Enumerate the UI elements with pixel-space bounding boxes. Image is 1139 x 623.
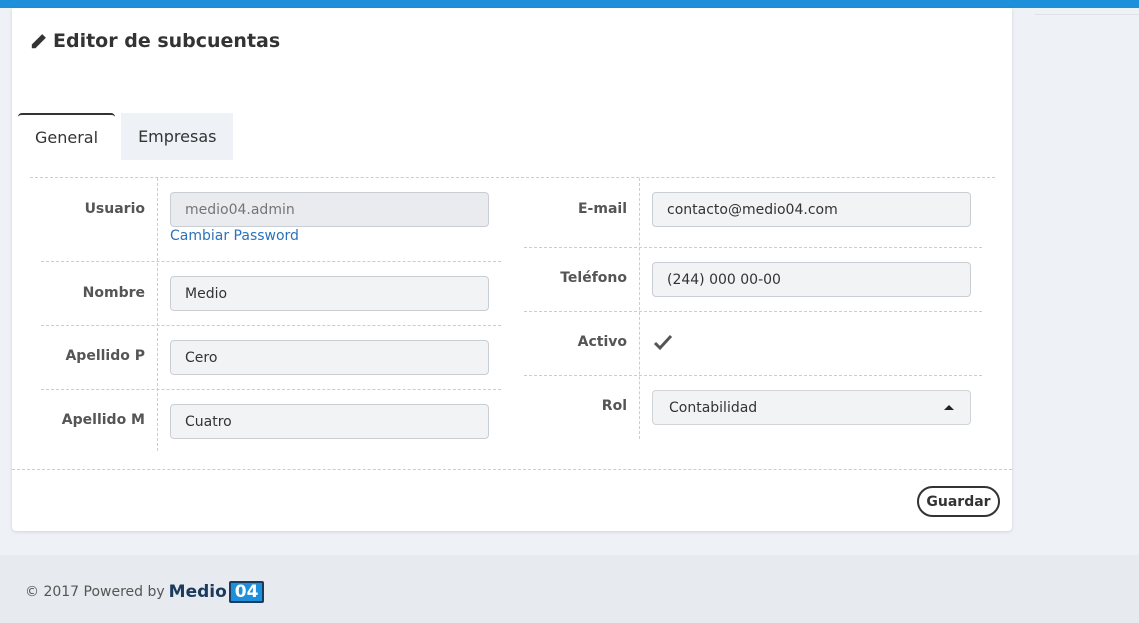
telefono-label: Teléfono (560, 270, 627, 286)
subaccount-editor-card: Editor de subcuentas General Empresas Us… (12, 8, 1012, 531)
page-footer: © 2017 Powered by Medio 04 (0, 555, 1139, 623)
row-divider (524, 311, 982, 312)
apellido-m-label: Apellido M (61, 412, 145, 428)
row-divider (524, 247, 982, 248)
email-label: E-mail (577, 201, 627, 217)
apellido-p-input[interactable] (170, 340, 489, 375)
tab-general[interactable]: General (18, 113, 116, 160)
tab-general-label: General (35, 128, 99, 147)
caret-up-icon (944, 405, 954, 410)
rol-label: Rol (601, 398, 627, 414)
usuario-label: Usuario (84, 201, 145, 217)
email-input[interactable] (652, 192, 971, 227)
change-password-link[interactable]: Cambiar Password (170, 228, 299, 244)
page-title: Editor de subcuentas (30, 30, 280, 52)
left-column-divider (157, 178, 158, 451)
apellido-p-label: Apellido P (65, 348, 145, 364)
right-column-divider (639, 178, 640, 439)
row-divider (41, 389, 501, 390)
copyright-text: © 2017 Powered by (25, 584, 165, 600)
row-divider (524, 375, 982, 376)
pencil-icon (31, 33, 46, 48)
usuario-input[interactable] (170, 192, 489, 227)
rol-select[interactable]: Contabilidad (652, 390, 971, 425)
form-divider-top (30, 177, 995, 178)
page-title-text: Editor de subcuentas (53, 30, 281, 52)
tab-empresas[interactable]: Empresas (121, 113, 234, 160)
save-button[interactable]: Guardar (917, 486, 1000, 517)
apellido-m-input[interactable] (170, 404, 489, 439)
row-divider (41, 261, 501, 262)
form-footer-divider (12, 469, 1012, 470)
activo-label: Activo (577, 334, 627, 350)
medio04-logo: Medio 04 (169, 581, 265, 603)
checkmark-icon (653, 334, 673, 351)
telefono-input[interactable] (652, 262, 971, 297)
tab-empresas-label: Empresas (138, 127, 217, 146)
nombre-input[interactable] (170, 276, 489, 311)
logo-text: Medio (168, 582, 227, 602)
rol-selected-value: Contabilidad (669, 399, 758, 416)
top-accent-bar (0, 0, 1139, 8)
nombre-label: Nombre (82, 285, 145, 301)
row-divider (41, 325, 501, 326)
activo-checkbox[interactable] (652, 332, 674, 354)
right-panel (1013, 8, 1139, 555)
tab-bar: General Empresas (18, 113, 234, 160)
logo-number: 04 (228, 581, 265, 603)
copyright: © 2017 Powered by Medio 04 (25, 581, 265, 603)
